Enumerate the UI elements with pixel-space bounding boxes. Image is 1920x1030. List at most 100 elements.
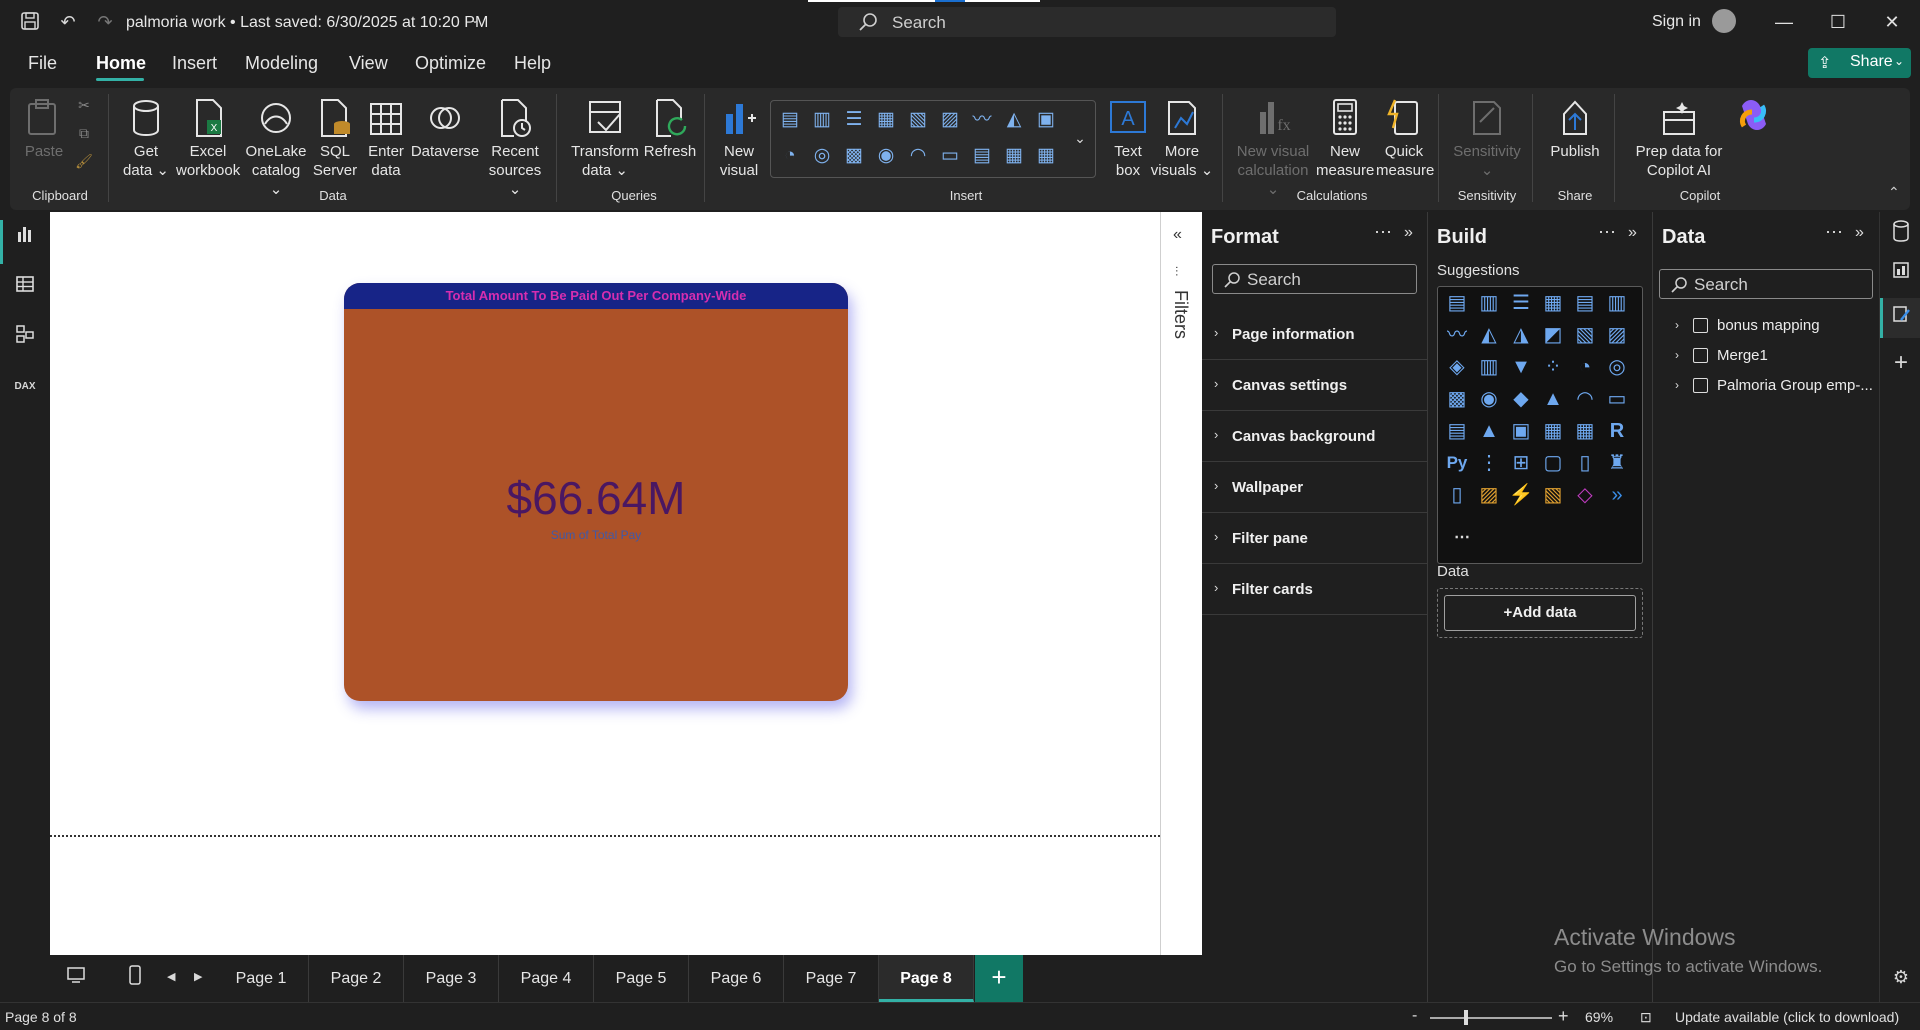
collapse-pane-icon[interactable]: » [1855,224,1864,242]
mobile-layout-icon[interactable] [128,965,142,990]
goals-trophy-icon[interactable]: ♜ [1604,449,1630,477]
user-avatar-icon[interactable] [1712,9,1736,33]
power-apps-diamond-icon[interactable]: ◇ [1572,481,1598,509]
filters-pane-collapsed[interactable]: « ⫶ Filters [1160,212,1202,955]
paginated-report-icon[interactable]: ▯ [1444,481,1470,509]
100-stacked-column-chart-icon[interactable]: ▥ [1604,289,1630,317]
more-visuals-icon[interactable]: ⋯ [1454,527,1470,547]
power-apps-icon[interactable]: ▨ [1476,481,1502,509]
map-icon[interactable]: ◉ [873,143,899,169]
ribbon-chart-icon[interactable]: ▨ [937,107,963,133]
copilot-button[interactable] [1730,96,1776,140]
chevron-right-icon[interactable]: › [1675,318,1679,332]
chevron-right-icon[interactable]: › [1675,378,1679,392]
collapse-ribbon-icon[interactable]: ⌃ [1888,184,1900,201]
desktop-layout-icon[interactable] [66,965,86,990]
page-tab[interactable]: Page 6 [689,955,784,1002]
previous-page-icon[interactable]: ◀ [167,970,175,983]
title-dropdown-icon[interactable]: ⌄ [470,12,480,26]
format-section-wallpaper[interactable]: › Wallpaper [1202,462,1428,513]
text-box-button[interactable]: A Text box [1108,98,1148,180]
fit-to-page-icon[interactable]: ⊡ [1640,1009,1652,1026]
expand-filters-icon[interactable]: « [1173,226,1182,244]
qa-icon[interactable]: ▢ [1540,449,1566,477]
publish-button[interactable]: Publish [1544,98,1606,161]
page-tab[interactable]: Page 5 [594,955,689,1002]
funnel-chart-icon[interactable]: ▼ [1508,353,1534,381]
pie-chart-icon[interactable]: ◔ [777,143,803,169]
collapse-pane-icon[interactable]: » [1404,224,1413,242]
gauge-icon[interactable]: ◠ [1572,385,1598,413]
close-icon[interactable]: ✕ [1880,10,1904,34]
format-section-filter-pane[interactable]: › Filter pane [1202,513,1428,564]
line-chart-icon[interactable]: 〰 [1444,321,1470,349]
minimize-icon[interactable]: — [1772,10,1796,34]
page-tab[interactable]: Page 3 [404,955,499,1002]
matrix-icon[interactable]: ▦ [1033,143,1059,169]
100-stacked-bar-chart-icon[interactable]: ▤ [1572,289,1598,317]
share-button[interactable]: ⇪ Share ⌄ [1808,48,1911,78]
kpi-icon[interactable]: ▲ [1476,417,1502,445]
menu-view[interactable]: View [349,53,388,74]
save-icon[interactable] [19,11,41,33]
get-data-button[interactable]: Get data ⌄ [120,98,172,180]
r-visual-icon[interactable]: R [1604,417,1630,445]
prep-data-for-copilot-button[interactable]: Prep data for Copilot AI [1624,98,1734,180]
dax-query-view-icon[interactable]: DAX [12,374,38,400]
scatter-chart-icon[interactable]: ⁘ [1540,353,1566,381]
sensitivity-button[interactable]: Sensitivity ⌄ [1450,98,1524,180]
chevron-right-icon[interactable]: › [1675,348,1679,362]
narrative-icon[interactable]: ▯ [1572,449,1598,477]
python-visual-icon[interactable]: Py [1444,449,1470,477]
add-data-button[interactable]: +Add data [1444,595,1636,631]
file-title[interactable]: palmoria work • Last saved: 6/30/2025 at… [126,14,488,32]
paste-button[interactable]: Paste [22,98,66,161]
menu-help[interactable]: Help [514,53,551,74]
enter-data-button[interactable]: Enter data [364,98,408,180]
sql-server-button[interactable]: SQL Server [312,98,358,180]
more-options-icon[interactable]: ⋯ [1825,222,1843,243]
area-chart-icon[interactable]: ◭ [1001,107,1027,133]
excel-workbook-button[interactable]: X Excel workbook [176,98,240,180]
menu-modeling[interactable]: Modeling [245,53,318,74]
treemap-icon[interactable]: ▩ [841,143,867,169]
gallery-expand-icon[interactable]: ⌄ [1067,125,1093,151]
line-column-chart-icon[interactable]: ▧ [905,107,931,133]
multi-row-card-icon[interactable]: ▤ [1444,417,1470,445]
area-chart-icon[interactable]: ◭ [1476,321,1502,349]
decomposition-tree-icon[interactable]: ⊞ [1508,449,1534,477]
matrix-icon[interactable]: ▦ [1572,417,1598,445]
slicer-icon[interactable]: ▣ [1033,107,1059,133]
donut-chart-icon[interactable]: ◎ [809,143,835,169]
maximize-icon[interactable]: ☐ [1826,10,1850,34]
page-tab[interactable]: Page 2 [309,955,404,1002]
stacked-bar-chart-icon[interactable]: ▤ [1444,289,1470,317]
clustered-column-chart-icon[interactable]: ▦ [1540,289,1566,317]
format-section-page-information[interactable]: › Page information [1202,309,1428,360]
map-icon[interactable]: ◉ [1476,385,1502,413]
more-visuals-button[interactable]: More visuals ⌄ [1150,98,1214,180]
format-section-canvas-background[interactable]: › Canvas background [1202,411,1428,462]
format-painter-icon[interactable]: 🖌 [74,152,94,171]
format-section-filter-cards[interactable]: › Filter cards [1202,564,1428,615]
filled-map-icon[interactable]: ◆ [1508,385,1534,413]
more-options-icon[interactable]: ⋯ [1598,222,1616,243]
card-icon[interactable]: ▭ [937,143,963,169]
metrics-icon[interactable]: ▧ [1540,481,1566,509]
stacked-area-chart-icon[interactable]: ◮ [1508,321,1534,349]
menu-insert[interactable]: Insert [172,53,217,74]
key-influencers-icon[interactable]: ⋮ [1476,449,1502,477]
report-view-icon[interactable] [12,224,38,250]
redo-icon[interactable]: ↷ [94,11,116,33]
page-tab[interactable]: Page 4 [499,955,594,1002]
more-options-icon[interactable]: ⋯ [1374,222,1392,243]
build-pane-toggle-icon[interactable] [1888,260,1914,286]
clustered-bar-chart-icon[interactable]: ☰ [841,107,867,133]
treemap-icon[interactable]: ▩ [1444,385,1470,413]
onelake-catalog-button[interactable]: OneLake catalog ⌄ [244,98,308,199]
table-visual-icon[interactable]: ▦ [1001,143,1027,169]
menu-file[interactable]: File [28,53,57,74]
format-section-canvas-settings[interactable]: › Canvas settings [1202,360,1428,411]
power-automate-arrow-icon[interactable]: » [1604,481,1630,509]
report-canvas[interactable]: Total Amount To Be Paid Out Per Company-… [50,212,1160,955]
